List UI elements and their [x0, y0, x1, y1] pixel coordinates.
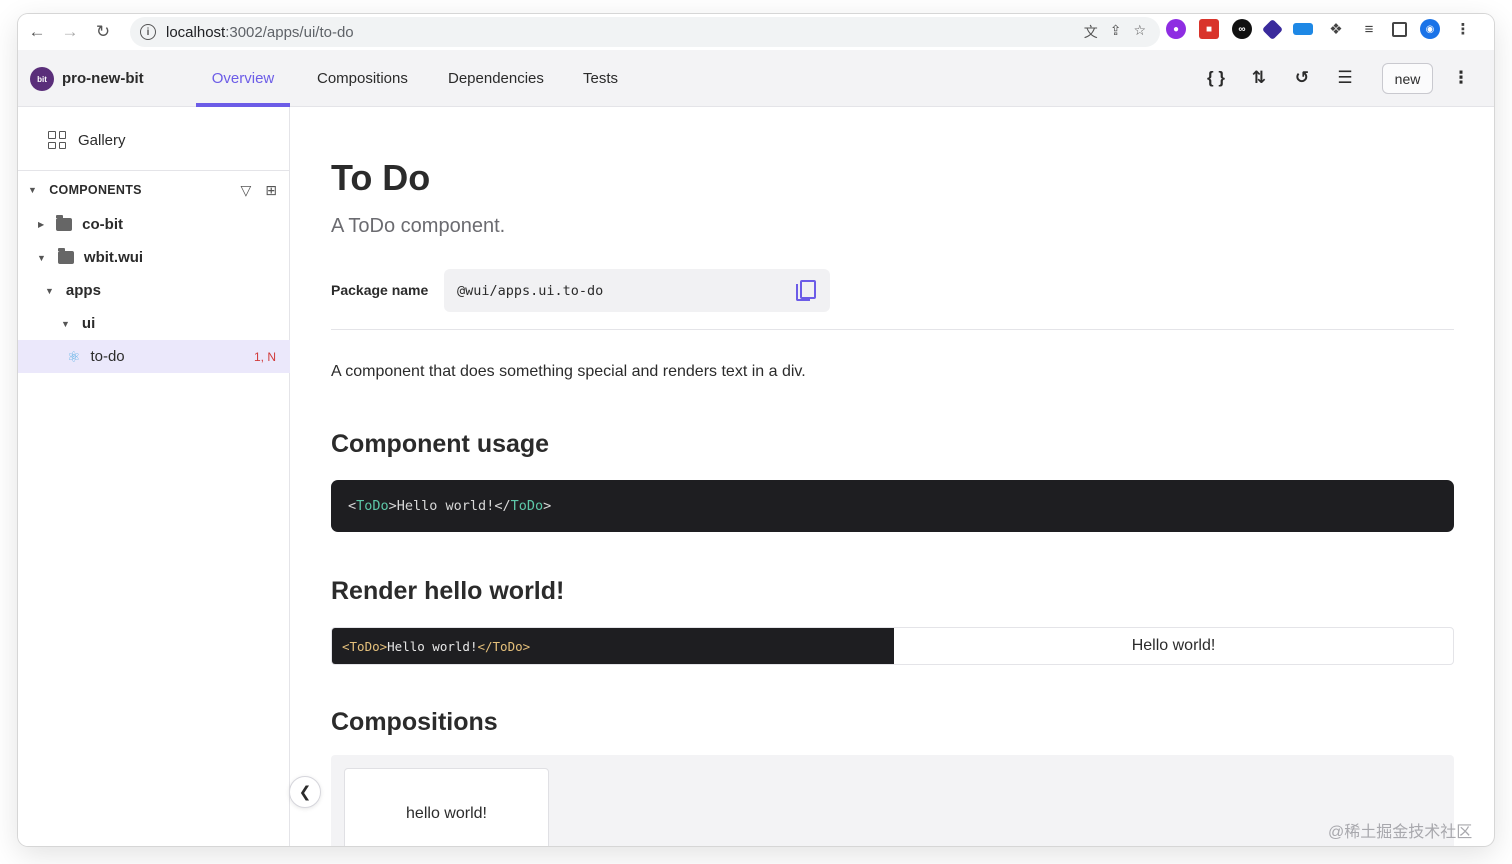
code-braces-icon[interactable]: { } [1204, 66, 1228, 90]
live-playground: <ToDo> Hello world! </ToDo> Hello world! [331, 627, 1454, 665]
code-tag-token: </ToDo> [477, 638, 531, 654]
back-icon[interactable]: ← [23, 18, 51, 46]
code-tag-token: <ToDo> [342, 638, 388, 654]
react-icon: ⚛ [67, 348, 81, 366]
components-section-header[interactable]: ▼ COMPONENTS [28, 183, 142, 197]
tab-overview[interactable]: Overview [196, 50, 290, 107]
package-name-label: Package name [331, 282, 429, 298]
code-tag-token: ToDo [356, 498, 389, 514]
tree-item-label: to-do [90, 348, 125, 365]
browser-toolbar: ← → ↻ i localhost:3002/apps/ui/to-do 文 ⇪… [18, 14, 1494, 50]
tree-item-ui[interactable]: ▼ ui [18, 307, 290, 340]
tree-item-label: wbit.wui [83, 249, 144, 266]
page-description: A ToDo component. [331, 215, 506, 237]
url-text[interactable]: localhost:3002/apps/ui/to-do [166, 24, 354, 41]
bit-logo[interactable]: bit [30, 67, 54, 91]
translate-icon[interactable]: 文 [1084, 22, 1098, 42]
code-token: Hello world! [387, 638, 478, 654]
settings-sliders-icon[interactable]: ☰ [1333, 66, 1357, 90]
usage-heading: Component usage [331, 430, 550, 458]
profile-avatar-icon[interactable]: ◉ [1420, 19, 1440, 39]
live-preview-output: Hello world! [1131, 637, 1216, 654]
composition-card[interactable]: hello world! [344, 768, 549, 846]
browser-window: ← → ↻ i localhost:3002/apps/ui/to-do 文 ⇪… [18, 14, 1494, 846]
divider [331, 329, 1454, 330]
address-bar[interactable]: i localhost:3002/apps/ui/to-do 文 ⇪ ☆ [130, 17, 1160, 47]
readme-text: A component that does something special … [331, 363, 806, 380]
page-title: To Do [331, 157, 431, 198]
forward-icon[interactable]: → [56, 18, 84, 46]
main-content: To Do A ToDo component. Package name @wu… [290, 107, 1494, 846]
reading-list-icon[interactable]: ≡ [1359, 19, 1379, 39]
gallery-label: Gallery [78, 131, 126, 149]
status-badge: 1, N [253, 349, 276, 364]
caret-down-icon: ▼ [28, 185, 38, 195]
live-code-editor[interactable]: <ToDo> Hello world! </ToDo> [332, 628, 894, 664]
reload-icon[interactable]: ↻ [89, 18, 117, 46]
more-options-icon[interactable]: ⋮ [1449, 66, 1473, 90]
scope-folder-icon [56, 215, 73, 231]
copy-icon[interactable] [796, 280, 816, 301]
code-token: < [348, 498, 357, 514]
gallery-link[interactable]: Gallery [48, 131, 126, 149]
components-title: COMPONENTS [49, 183, 142, 197]
sidebar-divider [18, 170, 290, 171]
tab-dependencies[interactable]: Dependencies [448, 50, 544, 107]
caret-right-icon: ▶ [38, 220, 45, 229]
collapse-all-icon[interactable]: ⊞ [265, 182, 277, 199]
watermark: @稀土掘金技术社区 [1328, 824, 1473, 841]
bookmark-star-icon[interactable]: ☆ [1133, 22, 1146, 42]
render-heading: Render hello world! [331, 577, 565, 605]
app-header: bit pro-new-bit Overview Compositions De… [18, 50, 1494, 107]
tree-item-to-do[interactable]: ⚛ to-do 1, N [18, 340, 290, 373]
caret-down-icon: ▼ [61, 318, 70, 329]
compare-icon[interactable]: ⇅ [1247, 66, 1271, 90]
package-name-value: @wui/apps.ui.to-do [457, 282, 604, 299]
tree-item-label: co-bit [82, 216, 123, 233]
side-panel-icon[interactable] [1392, 21, 1407, 37]
caret-down-icon: ▼ [45, 285, 54, 296]
site-info-icon[interactable]: i [140, 24, 156, 40]
share-icon[interactable]: ⇪ [1110, 22, 1122, 42]
gallery-grid-icon [48, 131, 66, 149]
tree-item-label: apps [65, 282, 101, 299]
code-token: >Hello world!</ [388, 498, 511, 514]
tab-tests[interactable]: Tests [583, 50, 618, 107]
extension-red-icon[interactable]: ■ [1199, 19, 1219, 39]
extension-blue-icon[interactable] [1293, 23, 1313, 35]
tree-item-wbit-wui[interactable]: ▼ wbit.wui [18, 241, 290, 274]
version-dropdown-button[interactable]: new [1382, 63, 1433, 94]
browser-menu-icon[interactable]: ⋮ [1453, 19, 1473, 39]
filter-icon[interactable]: ▽ [240, 182, 251, 199]
history-icon[interactable]: ↺ [1290, 66, 1314, 90]
extensions-puzzle-icon[interactable]: ❖ [1326, 19, 1346, 39]
tree-item-apps[interactable]: ▼ apps [18, 274, 290, 307]
compositions-heading: Compositions [331, 708, 498, 736]
scope-folder-icon [57, 248, 74, 264]
scope-name[interactable]: pro-new-bit [62, 70, 144, 87]
extension-infinity-icon[interactable]: ∞ [1232, 19, 1252, 39]
tab-compositions[interactable]: Compositions [317, 50, 408, 107]
code-tag-token: ToDo [510, 498, 544, 514]
caret-down-icon: ▼ [37, 252, 46, 263]
sidebar: Gallery ▼ COMPONENTS ▽ ⊞ ▶ co-bit ▼ wbit… [18, 107, 290, 846]
usage-code-block[interactable]: < ToDo >Hello world!</ToDo > [331, 480, 1454, 532]
tree-item-co-bit[interactable]: ▶ co-bit [18, 208, 290, 241]
extension-purple-icon[interactable]: ● [1166, 19, 1186, 39]
tree-item-label: ui [81, 315, 96, 332]
extension-diamond-icon[interactable] [1261, 18, 1284, 40]
extensions-bar: ● ■ ∞ ❖ ≡ ◉ ⋮ [1166, 18, 1473, 40]
code-token: > [543, 498, 552, 514]
compositions-gallery: hello world! [331, 755, 1454, 846]
package-name-field[interactable]: @wui/apps.ui.to-do [444, 269, 830, 312]
